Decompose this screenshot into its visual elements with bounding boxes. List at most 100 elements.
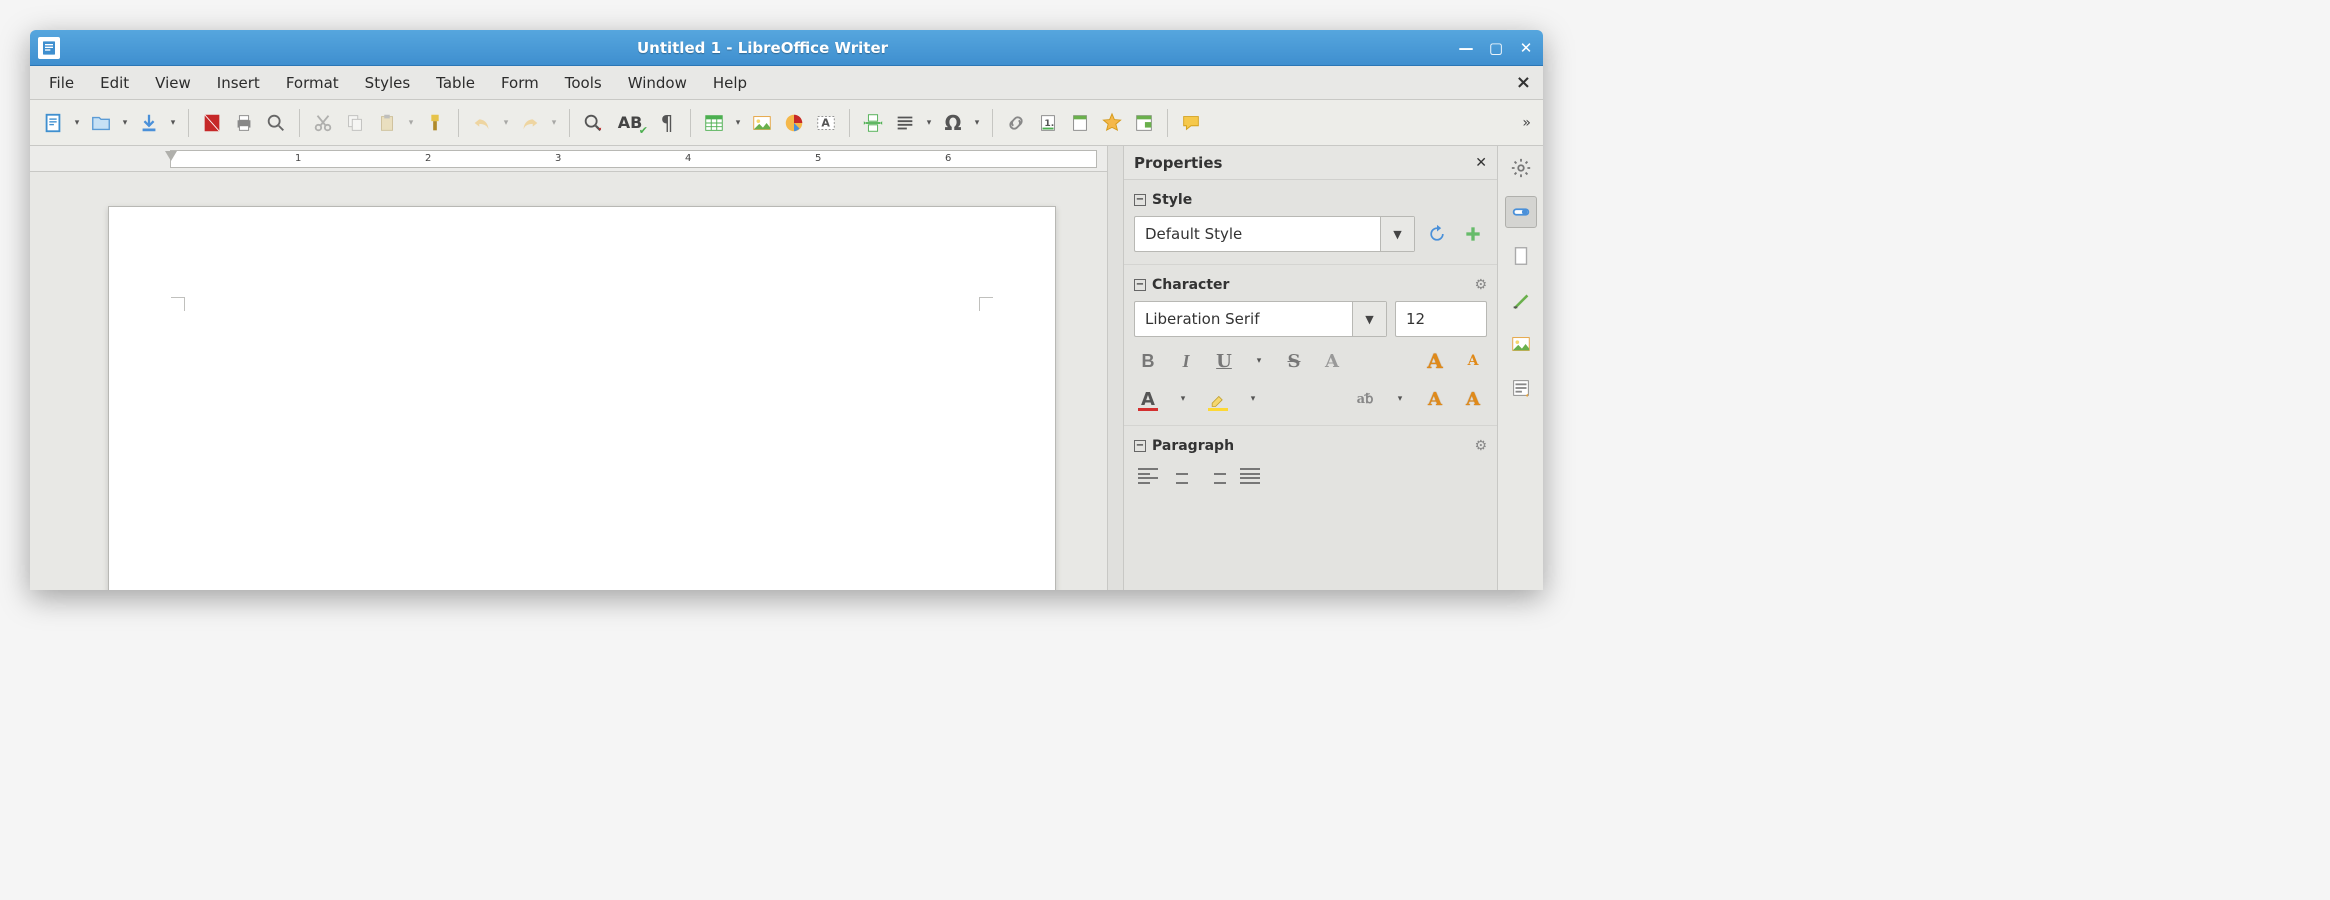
- align-center-button[interactable]: [1168, 462, 1196, 490]
- underline-dropdown[interactable]: ▾: [1248, 350, 1270, 372]
- insert-image-button[interactable]: [747, 108, 777, 138]
- align-justify-button[interactable]: [1236, 462, 1264, 490]
- export-pdf-button[interactable]: [197, 108, 227, 138]
- open-dropdown[interactable]: ▾: [118, 108, 132, 138]
- menu-tools[interactable]: Tools: [552, 68, 615, 98]
- align-right-button[interactable]: [1202, 462, 1230, 490]
- insert-table-button[interactable]: [699, 108, 729, 138]
- character-spacing-button[interactable]: a␢: [1351, 385, 1379, 413]
- font-size-input[interactable]: [1396, 310, 1497, 328]
- save-button[interactable]: [134, 108, 164, 138]
- document-viewport[interactable]: [30, 172, 1107, 590]
- undo-dropdown[interactable]: ▾: [499, 108, 513, 138]
- paragraph-style-dropdown[interactable]: ▼: [1380, 217, 1414, 251]
- insert-chart-button[interactable]: [779, 108, 809, 138]
- document-area: 1 2 3 4 5 6: [30, 146, 1107, 590]
- sidebar-settings-button[interactable]: [1505, 152, 1537, 184]
- panel-close-button[interactable]: ✕: [1475, 155, 1487, 171]
- collapse-icon[interactable]: −: [1134, 194, 1146, 206]
- superscript-set-button[interactable]: A: [1421, 385, 1449, 413]
- rail-page-button[interactable]: [1505, 240, 1537, 272]
- paragraph-style-input[interactable]: [1135, 225, 1380, 243]
- print-preview-button[interactable]: [261, 108, 291, 138]
- decrease-size-button[interactable]: A: [1459, 347, 1487, 375]
- undo-button[interactable]: [467, 108, 497, 138]
- menu-view[interactable]: View: [142, 68, 204, 98]
- rail-properties-button[interactable]: [1505, 196, 1537, 228]
- rail-styles-button[interactable]: [1505, 284, 1537, 316]
- cut-button[interactable]: [308, 108, 338, 138]
- paragraph-more-button[interactable]: ⚙: [1474, 438, 1487, 454]
- horizontal-ruler[interactable]: 1 2 3 4 5 6: [30, 146, 1107, 172]
- document-page[interactable]: [108, 206, 1056, 590]
- print-button[interactable]: [229, 108, 259, 138]
- menu-file[interactable]: File: [36, 68, 87, 98]
- minimize-button[interactable]: —: [1457, 39, 1475, 57]
- formatting-marks-button[interactable]: ¶: [652, 108, 682, 138]
- strikethrough-button[interactable]: S: [1280, 347, 1308, 375]
- insert-table-dropdown[interactable]: ▾: [731, 108, 745, 138]
- increase-size-button[interactable]: A: [1421, 347, 1449, 375]
- menu-form[interactable]: Form: [488, 68, 552, 98]
- font-name-combo[interactable]: ▼: [1134, 301, 1387, 337]
- maximize-button[interactable]: ▢: [1487, 39, 1505, 57]
- toolbar-overflow-button[interactable]: »: [1518, 115, 1535, 131]
- paragraph-style-combo[interactable]: ▼: [1134, 216, 1415, 252]
- document-close-button[interactable]: ×: [1510, 72, 1537, 93]
- font-color-button[interactable]: A: [1134, 385, 1162, 413]
- font-name-input[interactable]: [1135, 310, 1352, 328]
- insert-field-button[interactable]: [890, 108, 920, 138]
- spellcheck-button[interactable]: AB✔: [610, 108, 650, 138]
- collapse-icon[interactable]: −: [1134, 440, 1146, 452]
- page-break-button[interactable]: [858, 108, 888, 138]
- subscript-set-button[interactable]: A: [1459, 385, 1487, 413]
- clone-formatting-button[interactable]: [420, 108, 450, 138]
- menu-styles[interactable]: Styles: [352, 68, 424, 98]
- navigator-button[interactable]: [1129, 108, 1159, 138]
- menu-edit[interactable]: Edit: [87, 68, 142, 98]
- new-style-button[interactable]: [1459, 220, 1487, 248]
- rail-gallery-button[interactable]: [1505, 328, 1537, 360]
- hyperlink-button[interactable]: [1001, 108, 1031, 138]
- update-style-button[interactable]: [1423, 220, 1451, 248]
- highlight-button[interactable]: [1204, 385, 1232, 413]
- close-button[interactable]: ✕: [1517, 39, 1535, 57]
- insert-header-button[interactable]: [1065, 108, 1095, 138]
- insert-field-dropdown[interactable]: ▾: [922, 108, 936, 138]
- save-dropdown[interactable]: ▾: [166, 108, 180, 138]
- new-document-button[interactable]: [38, 108, 68, 138]
- menu-help[interactable]: Help: [700, 68, 760, 98]
- highlight-dropdown[interactable]: ▾: [1242, 388, 1264, 410]
- italic-button[interactable]: I: [1172, 347, 1200, 375]
- rail-navigator-button[interactable]: [1505, 372, 1537, 404]
- font-size-combo[interactable]: ▼: [1395, 301, 1487, 337]
- comment-button[interactable]: [1176, 108, 1206, 138]
- menu-table[interactable]: Table: [423, 68, 488, 98]
- vertical-scrollbar[interactable]: [1107, 146, 1123, 590]
- paste-button[interactable]: [372, 108, 402, 138]
- menu-format[interactable]: Format: [273, 68, 352, 98]
- align-left-button[interactable]: [1134, 462, 1162, 490]
- menu-insert[interactable]: Insert: [204, 68, 273, 98]
- bold-button[interactable]: B: [1134, 347, 1162, 375]
- special-character-dropdown[interactable]: ▾: [970, 108, 984, 138]
- underline-button[interactable]: U: [1210, 347, 1238, 375]
- shadow-button[interactable]: A: [1318, 347, 1346, 375]
- open-button[interactable]: [86, 108, 116, 138]
- find-replace-button[interactable]: [578, 108, 608, 138]
- new-document-dropdown[interactable]: ▾: [70, 108, 84, 138]
- character-spacing-dropdown[interactable]: ▾: [1389, 388, 1411, 410]
- paste-dropdown[interactable]: ▾: [404, 108, 418, 138]
- font-name-dropdown[interactable]: ▼: [1352, 302, 1386, 336]
- special-character-button[interactable]: Ω: [938, 108, 968, 138]
- favorite-button[interactable]: [1097, 108, 1127, 138]
- copy-button[interactable]: [340, 108, 370, 138]
- character-more-button[interactable]: ⚙: [1474, 277, 1487, 293]
- collapse-icon[interactable]: −: [1134, 279, 1146, 291]
- font-color-dropdown[interactable]: ▾: [1172, 388, 1194, 410]
- footnote-button[interactable]: 1.: [1033, 108, 1063, 138]
- redo-dropdown[interactable]: ▾: [547, 108, 561, 138]
- menu-window[interactable]: Window: [615, 68, 700, 98]
- insert-textbox-button[interactable]: A: [811, 108, 841, 138]
- redo-button[interactable]: [515, 108, 545, 138]
